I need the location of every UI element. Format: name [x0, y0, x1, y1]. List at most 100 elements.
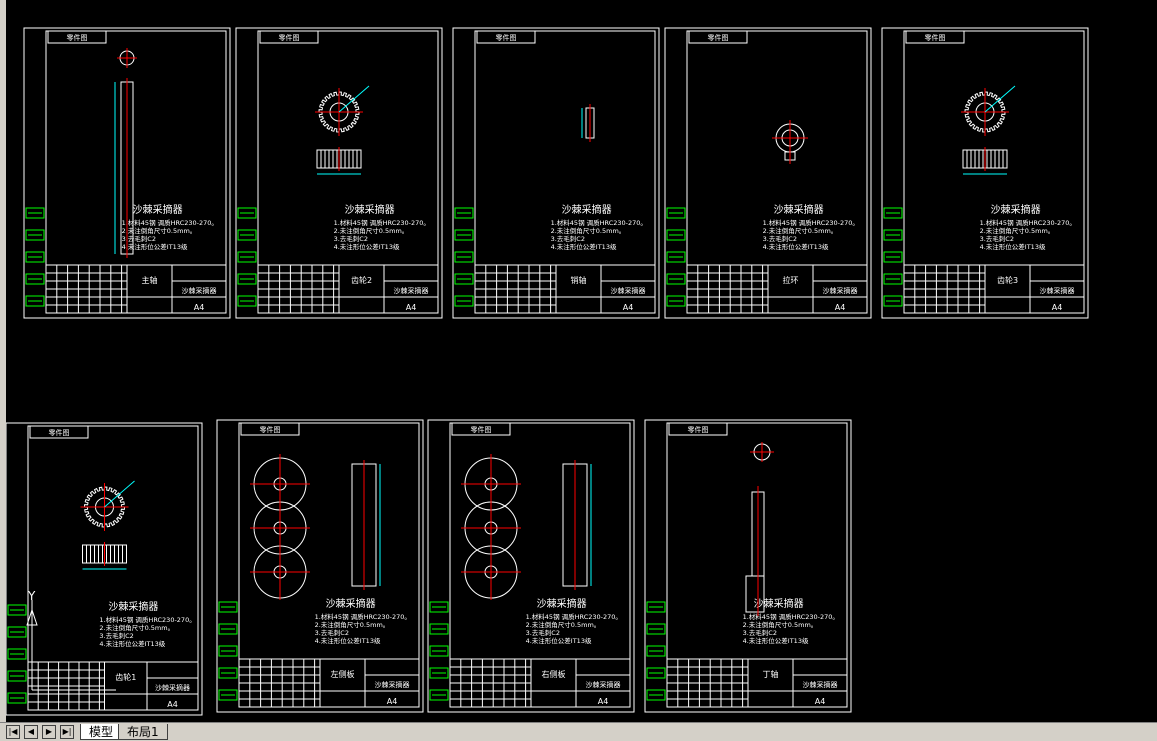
technical-note: 4.未注形位公差IT13级 [334, 242, 400, 251]
technical-note: 4.未注形位公差IT13级 [743, 636, 809, 645]
title-part-name: 齿轮2 [351, 275, 372, 285]
technical-note: 1.材料45钢 调质HRC230-270。 [763, 218, 859, 227]
title-sheet-size: A4 [815, 697, 826, 706]
sheet-header-label: 零件图 [925, 33, 946, 42]
title-project-name: 沙棘采摘器 [823, 286, 858, 295]
technical-note: 3.去毛刺C2 [315, 628, 349, 637]
drawing-title: 沙棘采摘器 [326, 597, 376, 610]
drawing-sheet-left-plate[interactable]: 零件图左侧板沙棘采摘器A4沙棘采摘器1.材料45钢 调质HRC230-270。2… [216, 419, 424, 713]
drawing-line [104, 480, 135, 508]
ucs-y-label: Y [27, 589, 36, 603]
prev-tab-button[interactable]: ◀ [24, 725, 38, 739]
sheet-inner-border [903, 30, 1085, 314]
first-tab-button[interactable]: |◀ [6, 725, 20, 739]
title-project-name: 沙棘采摘器 [1040, 286, 1075, 295]
sheet-inner-border [449, 422, 631, 708]
title-part-name: 齿轮1 [115, 672, 136, 682]
technical-note: 4.未注形位公差IT13级 [99, 639, 165, 648]
drawing-sheet-gear-2[interactable]: 零件图齿轮2 沙棘采摘器 A4 沙棘采摘器 1.材料45钢 调质HRC230-270。2… [235, 27, 443, 319]
drawing-sheet-eyebolt[interactable]: 零件图拉环沙棘采摘器A4沙棘采摘器1.材料45钢 调质HRC230-270。2.… [664, 27, 872, 319]
title-project-name: 沙棘采摘器 [375, 680, 410, 689]
technical-note: 2.未注倒角尺寸0.5mm。 [99, 623, 174, 632]
title-sheet-size: A4 [194, 303, 205, 312]
technical-note: 2.未注倒角尺寸0.5mm。 [551, 226, 626, 235]
title-project-name: 沙棘采摘器 [586, 680, 621, 689]
model-space-viewport[interactable]: 零件图 主轴 沙棘采摘器 A4 沙棘采摘器 1.材料45钢 调质HRC230-270。 2.… [0, 0, 1157, 722]
technical-note: 2.未注倒角尺寸0.5mm。 [743, 620, 818, 629]
drawing-sheet-pin[interactable]: 零件图销轴沙棘采摘器A4沙棘采摘器1.材料45钢 调质HRC230-270。2.… [452, 27, 660, 319]
technical-note: 3.去毛刺C2 [99, 631, 133, 640]
drawing-title: 沙棘采摘器 [537, 597, 587, 610]
sheet-header-label: 零件图 [279, 33, 300, 42]
title-project-name: 沙棘采摘器 [803, 680, 838, 689]
drawing-sheet-gear-1[interactable]: 零件图齿轮1 沙棘采摘器 A4 沙棘采摘器 1.材料45钢 调质HRC230-270。2… [6, 422, 203, 716]
drawing-canvas[interactable]: 零件图主轴沙棘采摘器A4沙棘采摘器1.材料45钢 调质HRC230-270。2.… [6, 0, 1157, 722]
title-part-name: 齿轮3 [997, 275, 1018, 285]
technical-note: 4.未注形位公差IT13级 [122, 242, 188, 251]
technical-note: 4.未注形位公差IT13级 [980, 242, 1046, 251]
technical-note: 1.材料45钢 调质HRC230-270。 [743, 612, 839, 621]
sheet-inner-border [257, 30, 439, 314]
sheet-inner-border [686, 30, 868, 314]
title-sheet-size: A4 [835, 303, 846, 312]
technical-note: 1.材料45钢 调质HRC230-270。 [334, 218, 430, 227]
technical-note: 3.去毛刺C2 [551, 234, 585, 243]
technical-note: 4.未注形位公差IT13级 [763, 242, 829, 251]
drawing-sheet-gear-3[interactable]: 零件图齿轮3 沙棘采摘器 A4 沙棘采摘器 1.材料45钢 调质HRC230-270。2… [881, 27, 1089, 319]
tab-model[interactable]: 模型 [80, 724, 123, 740]
tab-layout1[interactable]: 布局1 [118, 724, 168, 740]
technical-note: 4.未注形位公差IT13级 [526, 636, 592, 645]
next-tab-button[interactable]: ▶ [42, 725, 56, 739]
layout-tab-bar: |◀ ◀ ▶ ▶| 模型 布局1 [0, 722, 1157, 741]
technical-note: 3.去毛刺C2 [980, 234, 1014, 243]
title-project-name: 沙棘采摘器 [611, 286, 646, 295]
technical-note: 3.去毛刺C2 [526, 628, 560, 637]
sheet-inner-border [45, 30, 227, 314]
sheet-header-label: 零件图 [260, 425, 281, 434]
title-part-name: 丁轴 [763, 669, 779, 679]
drawing-title: 沙棘采摘器 [754, 597, 804, 610]
sheet-inner-border [27, 425, 199, 711]
title-part-name: 主轴 [142, 275, 158, 285]
title-project-name: 沙棘采摘器 [155, 683, 190, 692]
drawing-title: 沙棘采摘器 [774, 203, 824, 216]
technical-note: 2.未注倒角尺寸0.5mm。 [315, 620, 390, 629]
technical-note: 2.未注倒角尺寸0.5mm。 [763, 226, 838, 235]
drawing-title: 沙棘采摘器 [108, 600, 158, 613]
technical-note: 3.去毛刺C2 [743, 628, 777, 637]
drawing-title: 沙棘采摘器 [991, 203, 1041, 216]
title-part-name: 销轴 [571, 275, 587, 285]
title-sheet-size: A4 [598, 697, 609, 706]
technical-note: 3.去毛刺C2 [763, 234, 797, 243]
title-part-name: 右侧板 [542, 669, 566, 679]
title-part-name: 拉环 [783, 275, 799, 285]
drawing-line [338, 85, 370, 113]
sheet-header-label: 零件图 [496, 33, 517, 42]
sheet-header-label: 零件图 [708, 33, 729, 42]
last-tab-button[interactable]: ▶| [60, 725, 74, 739]
technical-note: 1.材料45钢 调质HRC230-270。 [980, 218, 1076, 227]
technical-note: 1.材料45钢 调质HRC230-270。 [551, 218, 647, 227]
drawing-sheet-main-shaft[interactable]: 零件图主轴沙棘采摘器A4沙棘采摘器1.材料45钢 调质HRC230-270。2.… [23, 27, 231, 319]
sheet-header-label: 零件图 [67, 33, 88, 42]
drawing-title: 沙棘采摘器 [562, 203, 612, 216]
title-sheet-size: A4 [167, 700, 178, 709]
technical-note: 2.未注倒角尺寸0.5mm。 [526, 620, 601, 629]
technical-note: 3.去毛刺C2 [334, 234, 368, 243]
title-sheet-size: A4 [1052, 303, 1063, 312]
sheet-inner-border [666, 422, 848, 708]
sheet-header-label: 零件图 [49, 428, 70, 437]
drawing-sheet-right-plate[interactable]: 零件图右侧板沙棘采摘器A4沙棘采摘器1.材料45钢 调质HRC230-270。2… [427, 419, 635, 713]
sheet-inner-border [238, 422, 420, 708]
sheet-inner-border [474, 30, 656, 314]
drawing-line [984, 85, 1016, 113]
drawing-sheet-shaft-2[interactable]: 零件图丁轴沙棘采摘器A4沙棘采摘器1.材料45钢 调质HRC230-270。2.… [644, 419, 852, 713]
sheet-header-label: 零件图 [471, 425, 492, 434]
drawing-title: 沙棘采摘器 [133, 203, 183, 216]
title-sheet-size: A4 [406, 303, 417, 312]
title-project-name: 沙棘采摘器 [182, 286, 217, 295]
technical-note: 1.材料45钢 调质HRC230-270。 [99, 615, 195, 624]
technical-note: 1.材料45钢 调质HRC230-270。 [526, 612, 622, 621]
title-part-name: 左侧板 [331, 669, 355, 679]
sheet-header-label: 零件图 [688, 425, 709, 434]
